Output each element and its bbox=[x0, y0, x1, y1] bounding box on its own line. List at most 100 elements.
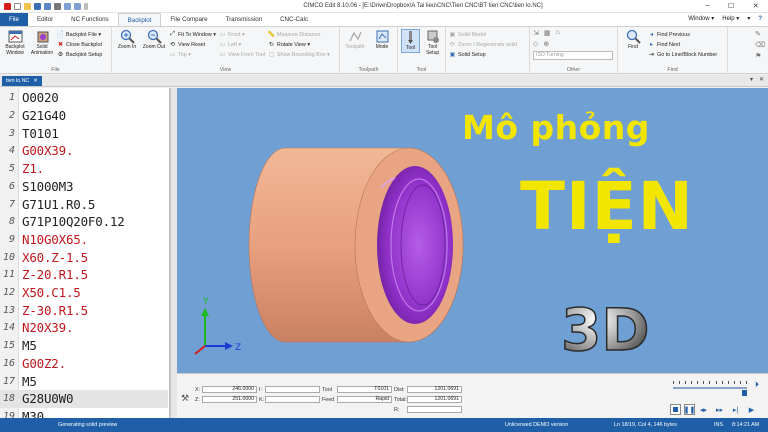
code-text[interactable]: X50.C1.5 bbox=[17, 285, 81, 300]
backplot-window-button[interactable]: Backplot Window bbox=[3, 29, 27, 56]
step-forward-button[interactable]: ▸▸ bbox=[714, 404, 725, 415]
code-line[interactable]: 2 G21G40 bbox=[0, 107, 168, 125]
tab-nc-functions[interactable]: NC Functions bbox=[62, 13, 117, 26]
code-text[interactable]: Z-20.R1.5 bbox=[17, 267, 88, 282]
code-text[interactable]: O0020 bbox=[17, 90, 59, 105]
pause-button[interactable]: ❚❚ bbox=[684, 404, 695, 415]
code-line[interactable]: 4 G00X39. bbox=[0, 142, 168, 160]
code-line[interactable]: 12 X50.C1.5 bbox=[0, 284, 168, 302]
undo-icon[interactable] bbox=[64, 2, 71, 10]
code-text[interactable]: G28U0W0 bbox=[17, 391, 73, 406]
help-menu[interactable]: Help ▾ bbox=[722, 13, 739, 26]
solid-model-button[interactable]: ▣ Solid Model bbox=[449, 30, 517, 39]
backplot-file-button[interactable]: 📄 Backplot File ▾ bbox=[57, 30, 102, 39]
play-button[interactable]: ▶ bbox=[746, 404, 757, 415]
window-menu[interactable]: Window ▾ bbox=[688, 13, 714, 26]
save-icon[interactable] bbox=[34, 2, 41, 10]
top-view-button[interactable]: ▭ Top ▾ bbox=[169, 50, 216, 59]
code-line[interactable]: 18 G28U0W0 bbox=[0, 389, 168, 408]
machine-type-select[interactable]: ISO Turning bbox=[533, 51, 613, 60]
backplot-setup-button[interactable]: ⚙ Backplot Setup bbox=[57, 50, 102, 59]
speed-slider-thumb[interactable] bbox=[742, 390, 747, 396]
tool-setup-button[interactable]: Tool Setup bbox=[423, 29, 442, 56]
solid-setup-button[interactable]: ▣ Solid Setup bbox=[449, 50, 517, 59]
ribbon-collapse-icon[interactable]: ▾ bbox=[747, 13, 750, 26]
qat-dropdown-icon[interactable] bbox=[84, 2, 88, 10]
tab-list-icon[interactable]: ▾ bbox=[750, 76, 753, 83]
close-backplot-button[interactable]: ✖ Close Backplot bbox=[57, 40, 102, 49]
rotate-view-button[interactable]: ↻ Rotate View ▾ bbox=[268, 40, 330, 49]
code-line[interactable]: 11 Z-20.R1.5 bbox=[0, 266, 168, 284]
close-document-icon[interactable]: ✕ bbox=[759, 76, 764, 83]
plane-icon[interactable]: ◇ bbox=[533, 40, 538, 48]
nc-code-editor[interactable]: 1 O0020 2 G21G40 3 T0101 4 G00X39. 5 Z1. 6 S1000M3 7… bbox=[0, 88, 170, 424]
document-tab[interactable]: tien lo.NC ✕ bbox=[2, 76, 42, 86]
code-line[interactable]: 14 N20X39. bbox=[0, 319, 168, 337]
code-text[interactable]: T0101 bbox=[17, 126, 59, 141]
tab-editor[interactable]: Editor bbox=[28, 13, 62, 26]
ribbon-tool-icon-1[interactable]: ✎ bbox=[755, 30, 765, 38]
front-view-button[interactable]: ▭ Front ▾ bbox=[219, 30, 265, 39]
run-to-end-button[interactable]: ▸| bbox=[730, 404, 741, 415]
code-line[interactable]: 17 M5 bbox=[0, 372, 168, 390]
code-line[interactable]: 3 T0101 bbox=[0, 124, 168, 142]
new-file-icon[interactable] bbox=[14, 2, 21, 10]
code-text[interactable]: M5 bbox=[17, 374, 37, 389]
tab-backplot[interactable]: Backplot bbox=[117, 13, 162, 26]
code-text[interactable]: G71U1.R0.5 bbox=[17, 197, 95, 212]
mode-button[interactable]: Mode bbox=[370, 29, 394, 51]
view-from-tool-button[interactable]: ▭ View From Tool bbox=[219, 50, 265, 59]
open-folder-icon[interactable] bbox=[24, 2, 31, 10]
left-view-button[interactable]: ▭ Left ▾ bbox=[219, 40, 265, 49]
maximize-button[interactable]: ☐ bbox=[728, 2, 734, 10]
code-text[interactable]: N10G0X65. bbox=[17, 232, 88, 247]
tool-button[interactable]: Tool bbox=[401, 29, 421, 53]
code-text[interactable]: G00Z2. bbox=[17, 356, 66, 371]
zoom-regenerate-button[interactable]: ⟳ Zoom / Regenerate solid bbox=[449, 40, 517, 49]
solid-animation-button[interactable]: Solid Animation bbox=[30, 29, 54, 56]
minimize-button[interactable]: – bbox=[705, 2, 709, 10]
code-line[interactable]: 9 N10G0X65. bbox=[0, 231, 168, 249]
zoom-in-button[interactable]: Zoom In bbox=[115, 29, 139, 51]
code-text[interactable]: X60.Z-1.5 bbox=[17, 250, 88, 265]
code-line[interactable]: 10 X60.Z-1.5 bbox=[0, 248, 168, 266]
save-all-icon[interactable] bbox=[44, 2, 51, 10]
find-button[interactable]: Find bbox=[621, 29, 645, 51]
zoom-out-button[interactable]: Zoom Out bbox=[142, 29, 166, 51]
editor-splitter[interactable] bbox=[170, 88, 177, 418]
tab-file-compare[interactable]: File Compare bbox=[161, 13, 216, 26]
fit-to-window-button[interactable]: ⤢ Fit To Window ▾ bbox=[169, 30, 216, 39]
close-tab-icon[interactable]: ✕ bbox=[33, 76, 37, 86]
code-text[interactable]: M5 bbox=[17, 338, 37, 353]
tab-file[interactable]: File bbox=[0, 13, 28, 26]
show-bounding-box-button[interactable]: ▢ Show Bounding Box ▾ bbox=[268, 50, 330, 59]
close-button[interactable]: ✕ bbox=[753, 2, 759, 10]
find-previous-button[interactable]: ◂ Find Previous bbox=[648, 30, 717, 39]
speed-slider[interactable] bbox=[673, 387, 747, 389]
tab-cnc-calc[interactable]: CNC-Calc bbox=[271, 13, 317, 26]
tab-transmission[interactable]: Transmission bbox=[217, 13, 272, 26]
find-next-button[interactable]: ▸ Find Next bbox=[648, 40, 717, 49]
code-text[interactable]: G00X39. bbox=[17, 143, 73, 158]
code-line[interactable]: 6 S1000M3 bbox=[0, 178, 168, 196]
stop-button[interactable] bbox=[670, 404, 681, 415]
axes-icon[interactable]: ⇲ bbox=[533, 29, 539, 37]
code-line[interactable]: 8 G71P10Q20F0.12 bbox=[0, 213, 168, 231]
measure-distance-button[interactable]: 📏 Measure Distance bbox=[268, 30, 330, 39]
code-line[interactable]: 15 M5 bbox=[0, 337, 168, 355]
step-back-button[interactable]: ◂▸ bbox=[698, 404, 709, 415]
grid-icon[interactable]: ▦ bbox=[544, 29, 551, 37]
redo-icon[interactable] bbox=[74, 2, 81, 10]
print-icon[interactable] bbox=[54, 2, 61, 10]
home-icon[interactable]: ⌂ bbox=[556, 29, 560, 37]
code-text[interactable]: Z-30.R1.5 bbox=[17, 303, 88, 318]
view-reset-button[interactable]: ⟲ View Reset bbox=[169, 40, 216, 49]
code-line[interactable]: 16 G00Z2. bbox=[0, 355, 168, 373]
origin-icon[interactable]: ⊕ bbox=[543, 40, 549, 48]
help-icon[interactable]: ? bbox=[758, 13, 762, 26]
code-line[interactable]: 1 O0020 bbox=[0, 89, 168, 107]
code-text[interactable]: S1000M3 bbox=[17, 179, 73, 194]
toolpath-button[interactable]: Toolpath bbox=[343, 29, 367, 51]
code-text[interactable]: G21G40 bbox=[17, 108, 66, 123]
goto-line-button[interactable]: ⇥ Go to Line/Block Number bbox=[648, 50, 717, 59]
